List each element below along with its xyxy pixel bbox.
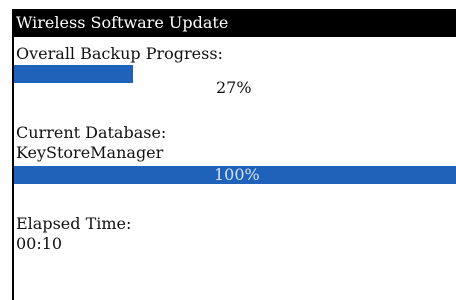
overall-backup-progress-fill	[14, 65, 134, 83]
update-screen: Wireless Software Update Overall Backup …	[12, 9, 456, 300]
current-database-label: Current Database:	[16, 123, 167, 142]
elapsed-time-value: 00:10	[16, 234, 63, 253]
current-database-percent: 100%	[214, 165, 260, 184]
title-bar: Wireless Software Update	[14, 9, 456, 37]
current-database-name: KeyStoreManager	[16, 143, 164, 162]
elapsed-time-label: Elapsed Time:	[16, 214, 132, 233]
window-title: Wireless Software Update	[16, 13, 229, 32]
overall-backup-percent: 27%	[216, 78, 252, 97]
current-database-progress-bar: 100%	[14, 166, 456, 184]
overall-backup-label: Overall Backup Progress:	[16, 44, 223, 63]
